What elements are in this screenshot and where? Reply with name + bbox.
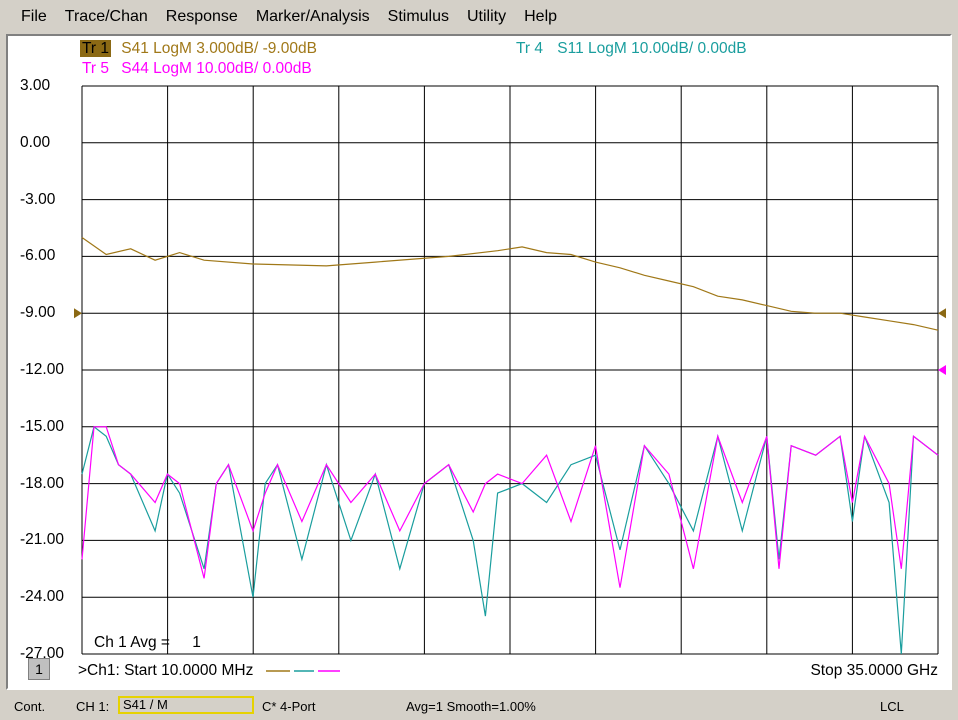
- menu-help[interactable]: Help: [515, 8, 566, 26]
- menu-bar: File Trace/Chan Response Marker/Analysis Sti…: [0, 0, 958, 34]
- menu-marker-analysis[interactable]: Marker/Analysis: [247, 8, 379, 26]
- trace-plot[interactable]: [8, 36, 950, 688]
- trace-legend-lines: [265, 670, 340, 672]
- channel-number-box[interactable]: 1: [28, 658, 50, 680]
- status-ref[interactable]: LCL: [880, 699, 904, 714]
- start-text: >Ch1: Start 10.0000 MHz: [78, 662, 254, 679]
- start-frequency[interactable]: >Ch1: Start 10.0000 MHz: [78, 662, 344, 680]
- menu-response[interactable]: Response: [157, 8, 247, 26]
- menu-utility[interactable]: Utility: [458, 8, 515, 26]
- menu-file[interactable]: File: [12, 8, 56, 26]
- menu-trace-chan[interactable]: Trace/Chan: [56, 8, 157, 26]
- status-avg-smooth[interactable]: Avg=1 Smooth=1.00%: [406, 699, 536, 714]
- ref-marker-tr5-right: [938, 365, 946, 375]
- avg-label-text: Ch 1 Avg =: [94, 634, 170, 651]
- avg-value: 1: [192, 634, 201, 651]
- ref-marker-tr1-right: [938, 308, 946, 319]
- measurement-screen: Tr 1 S41 LogM 3.000dB/ -9.00dB Tr 4 S11 …: [6, 34, 952, 690]
- stop-frequency[interactable]: Stop 35.0000 GHz: [810, 662, 938, 680]
- status-mode[interactable]: Cont.: [14, 699, 45, 714]
- menu-stimulus[interactable]: Stimulus: [379, 8, 458, 26]
- status-measurement[interactable]: S41 / M: [118, 696, 254, 714]
- status-channel: CH 1:: [76, 699, 110, 714]
- status-cal[interactable]: C* 4-Port: [262, 699, 315, 714]
- status-bar: Cont. CH 1: S41 / M C* 4-Port Avg=1 Smoo…: [0, 694, 958, 720]
- ref-marker-tr1-left: [74, 308, 82, 319]
- avg-label: Ch 1 Avg = 1: [94, 634, 201, 652]
